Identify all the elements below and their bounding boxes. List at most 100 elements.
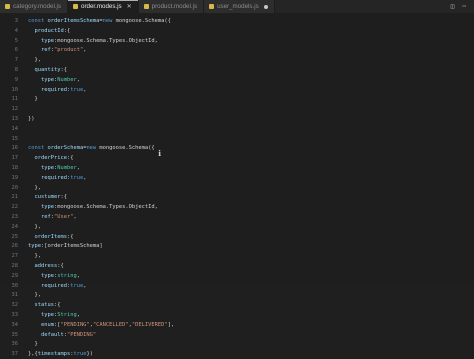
code-line: 34 enum:["PENDING","CANCELLED","DELIVERE… xyxy=(0,321,474,330)
vertical-scrollbar[interactable] xyxy=(468,13,474,286)
tab-label: category.model.js xyxy=(13,3,62,10)
code-text: ref:"User", xyxy=(28,213,77,222)
code-text: },{timestamps:true}) xyxy=(28,350,93,359)
code-text: }, xyxy=(28,223,41,232)
tab-0[interactable]: category.model.js xyxy=(0,0,69,13)
code-line: 21 custumer:{ xyxy=(0,193,474,202)
code-token: orderPrice xyxy=(34,155,67,162)
line-number: 6 xyxy=(14,47,18,54)
line-number: 11 xyxy=(11,96,19,103)
line-number: 27 xyxy=(11,253,19,260)
code-line: 4 productId:{ xyxy=(0,27,474,36)
line-number: 4 xyxy=(14,27,18,34)
code-token: orderSchema xyxy=(47,145,84,152)
line-number: 24 xyxy=(11,223,19,230)
code-token: address xyxy=(34,263,58,269)
line-number: 32 xyxy=(11,302,19,309)
code-text: type:mongoose.Schema.Types.ObjectId, xyxy=(28,37,158,46)
code-text: const orderSchema=new mongoose.Schema({ xyxy=(28,144,155,153)
code-token: , xyxy=(76,272,80,279)
code-line: 14 xyxy=(0,125,474,134)
code-text: orderPrice:{ xyxy=(28,154,74,163)
code-token: :{ xyxy=(60,67,67,73)
code-token: String xyxy=(57,312,77,318)
code-token: }, xyxy=(28,223,41,230)
code-line: 25 orderItems:{ xyxy=(0,233,474,242)
code-token: , xyxy=(83,86,87,93)
line-number: 22 xyxy=(11,204,19,211)
code-token: type xyxy=(28,243,41,250)
code-token: enum xyxy=(40,321,54,328)
code-token: type xyxy=(40,204,54,211)
js-file-icon xyxy=(5,4,10,9)
code-token: true xyxy=(70,86,84,93)
code-line: 15 xyxy=(0,135,474,144)
code-token: :[orderItemsSchema] xyxy=(40,243,103,250)
code-line: 6 ref:"product", xyxy=(0,46,474,55)
code-token: status xyxy=(34,302,54,309)
code-token: "DELIVERED" xyxy=(131,321,168,328)
code-editor[interactable]: 3 const orderItemsSchema=new mongoose.Sch… xyxy=(0,13,474,357)
code-token: new xyxy=(102,18,116,24)
code-token: const xyxy=(28,18,48,24)
code-line: 18 type:Number, xyxy=(0,164,474,173)
code-token: new xyxy=(86,145,100,152)
code-line: 13}) xyxy=(0,115,474,124)
tab-1[interactable]: order.modes.js ✕ xyxy=(68,0,139,13)
code-token: }) xyxy=(86,351,93,358)
code-line: 29 type:string, xyxy=(0,272,474,281)
code-token: :{ xyxy=(53,302,61,309)
code-token: productId xyxy=(34,27,64,34)
tab-3[interactable]: user_models.js xyxy=(204,0,275,13)
code-token: required xyxy=(40,174,67,181)
line-number: 14 xyxy=(11,125,19,132)
more-actions-icon[interactable]: ⋯ xyxy=(462,3,466,10)
code-text: }, xyxy=(28,291,41,300)
code-line: 24 }, xyxy=(0,223,474,232)
code-text: orderItems:{ xyxy=(28,233,74,242)
code-token: :{ xyxy=(63,27,71,34)
code-text: ref:"product", xyxy=(28,46,86,55)
code-text: required:true, xyxy=(28,86,86,95)
code-text: status:{ xyxy=(28,301,61,310)
code-text: type:[orderItemsSchema] xyxy=(28,242,103,251)
code-line: 10 required:true, xyxy=(0,86,474,95)
code-token: orderItemsSchema xyxy=(47,18,100,24)
tab-bar: category.model.js order.modes.js ✕ product.… xyxy=(0,0,474,13)
unsaved-dot-icon[interactable] xyxy=(263,4,268,9)
line-number: 18 xyxy=(11,165,19,171)
tab-label: user_models.js xyxy=(217,3,259,10)
line-number: 23 xyxy=(11,214,19,220)
code-token: :{ xyxy=(57,263,64,269)
code-line: 27 }, xyxy=(0,252,474,261)
code-line: 8 quantity:{ xyxy=(0,66,474,75)
code-text: quantity:{ xyxy=(28,66,67,75)
code-text: }, xyxy=(28,56,41,65)
code-token: quantity xyxy=(34,67,61,73)
code-token: , xyxy=(76,312,80,318)
line-number: 17 xyxy=(11,155,19,162)
code-token: :{ xyxy=(66,233,74,240)
code-token: } xyxy=(28,96,38,103)
code-line: 35 default:"PENDING" xyxy=(0,331,474,340)
code-text: custumer:{ xyxy=(28,193,67,202)
code-line: 20 }, xyxy=(0,184,474,193)
code-token: type xyxy=(40,165,54,171)
code-token: :{ xyxy=(60,194,67,201)
close-icon[interactable]: ✕ xyxy=(127,3,132,10)
tab-2[interactable]: product.model.js xyxy=(138,0,205,13)
editor-window: category.model.js order.modes.js ✕ product.… xyxy=(0,0,474,357)
code-token: type xyxy=(40,37,54,44)
code-line: 22 type:mongoose.Schema.Types.ObjectId, xyxy=(0,203,474,212)
code-text: address:{ xyxy=(28,262,64,271)
code-token: } xyxy=(28,341,38,348)
code-text: required:true, xyxy=(28,282,86,291)
code-text: type:Number, xyxy=(28,76,80,85)
split-editor-icon[interactable]: ◫ xyxy=(451,3,455,10)
line-number: 21 xyxy=(11,194,19,201)
